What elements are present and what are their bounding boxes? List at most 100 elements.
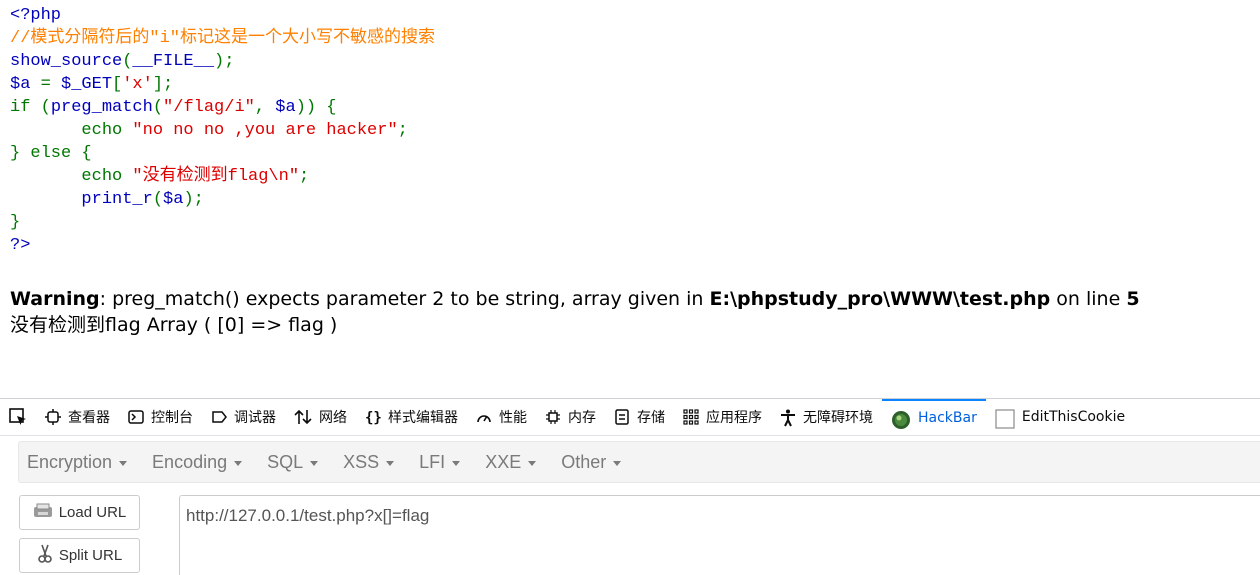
code-token: if bbox=[10, 98, 41, 117]
load-url-label: Load URL bbox=[58, 504, 127, 521]
code-token: ( bbox=[40, 98, 51, 117]
result-text: 没有检测到flag Array ( [0] => flag ) bbox=[10, 314, 338, 336]
tab-cookie-checkbox[interactable]: EditThisCookie bbox=[986, 399, 1134, 435]
load-url-button[interactable]: Load URL bbox=[19, 495, 140, 530]
element-picker-icon bbox=[9, 408, 26, 425]
php-output: Warning: preg_match() expects parameter … bbox=[10, 286, 1140, 338]
code-token: "没有检测到flag\n" bbox=[132, 167, 300, 186]
console-icon bbox=[128, 409, 144, 425]
code-token: 'x' bbox=[122, 75, 153, 94]
url-textarea[interactable]: http://127.0.0.1/test.php?x[]=flag bbox=[179, 495, 1260, 575]
storage-icon bbox=[614, 409, 630, 425]
code-token: __FILE__ bbox=[132, 52, 215, 71]
inspector-icon bbox=[45, 409, 61, 425]
code-token: "/flag/i" bbox=[163, 98, 255, 117]
tab-network[interactable]: 网络 bbox=[285, 399, 356, 435]
code-line: } bbox=[10, 211, 435, 234]
tab-accessibility[interactable]: 无障碍环境 bbox=[771, 399, 882, 435]
menu-label: Encoding bbox=[152, 451, 228, 472]
menu-encryption[interactable]: Encryption bbox=[27, 452, 128, 473]
menu-label: XXE bbox=[485, 451, 522, 472]
chevron-down-icon bbox=[386, 460, 395, 466]
memory-icon bbox=[545, 409, 561, 425]
style-editor-icon: {} bbox=[365, 409, 382, 426]
code-token: } else { bbox=[10, 144, 92, 163]
tab-memory[interactable]: 内存 bbox=[536, 399, 605, 435]
menu-xxe[interactable]: XXE bbox=[485, 451, 537, 473]
tab-storage[interactable]: 存储 bbox=[605, 399, 674, 435]
code-token: $a bbox=[10, 75, 41, 94]
warning-file-path: E:\phpstudy_pro\WWW\test.php bbox=[709, 288, 1051, 310]
menu-label: SQL bbox=[267, 451, 304, 472]
application-icon bbox=[683, 409, 699, 425]
tab-hackbar[interactable]: HackBar bbox=[882, 399, 986, 435]
code-line: } else { bbox=[10, 142, 435, 165]
code-token: ); bbox=[214, 52, 235, 71]
tab-label: 无障碍环境 bbox=[803, 410, 873, 426]
code-line: echo "no no no ,you are hacker"; bbox=[10, 119, 435, 142]
code-line: $a = $_GET['x']; bbox=[10, 73, 435, 96]
accessibility-icon bbox=[780, 409, 796, 427]
warning-label: Warning bbox=[10, 288, 100, 310]
menu-xss[interactable]: XSS bbox=[343, 451, 395, 473]
network-icon bbox=[294, 409, 312, 425]
chevron-down-icon bbox=[119, 460, 128, 466]
code-line: echo "没有检测到flag\n"; bbox=[10, 165, 435, 188]
code-token: <?php bbox=[10, 6, 62, 25]
warning-on-line-text: on line bbox=[1050, 288, 1127, 310]
code-token: , bbox=[254, 98, 276, 117]
code-token: ( bbox=[122, 52, 133, 71]
code-token: //模式分隔符后的"i"标记这是一个大小写不敏感的搜索 bbox=[10, 29, 436, 48]
chevron-down-icon bbox=[613, 460, 622, 466]
code-token: ; bbox=[299, 167, 310, 186]
url-text: http://127.0.0.1/test.php?x[]=flag bbox=[186, 506, 430, 525]
tab-label: 存储 bbox=[637, 410, 665, 426]
code-line: print_r($a); bbox=[10, 188, 435, 211]
split-url-button[interactable]: Split URL bbox=[19, 538, 140, 573]
cookie-checkbox-icon bbox=[995, 409, 1015, 429]
tab-label: 查看器 bbox=[68, 410, 110, 426]
tab-performance[interactable]: 性能 bbox=[467, 399, 536, 435]
scissors-icon bbox=[37, 544, 53, 568]
tab-debugger[interactable]: 调试器 bbox=[202, 399, 285, 435]
code-token: )) { bbox=[295, 98, 337, 117]
svg-text:{}: {} bbox=[365, 410, 381, 425]
tab-label: 应用程序 bbox=[706, 410, 762, 426]
php-source-code: <?php //模式分隔符后的"i"标记这是一个大小写不敏感的搜索 show_sou… bbox=[10, 4, 435, 257]
menu-label: XSS bbox=[343, 451, 380, 472]
tab-label: 内存 bbox=[568, 410, 596, 426]
code-token: ); bbox=[183, 190, 204, 209]
code-token: echo bbox=[10, 167, 133, 186]
menu-encoding[interactable]: Encoding bbox=[152, 451, 243, 473]
code-line: //模式分隔符后的"i"标记这是一个大小写不敏感的搜索 bbox=[10, 27, 435, 50]
tab-inspector[interactable]: 查看器 bbox=[36, 399, 119, 435]
code-token: ; bbox=[397, 121, 408, 140]
code-token: $a bbox=[275, 98, 296, 117]
debugger-icon bbox=[211, 409, 227, 425]
tab-label: 性能 bbox=[499, 410, 527, 426]
tab-label: 调试器 bbox=[234, 410, 276, 426]
split-url-label: Split URL bbox=[58, 547, 123, 564]
element-picker-button[interactable] bbox=[0, 399, 36, 435]
devtools-panel: 查看器 控制台 调试器 网络 {} 样式编辑器 性能 内存 存储 应用程序 无障碍环境 HackBar… bbox=[0, 398, 1260, 575]
tab-application[interactable]: 应用程序 bbox=[674, 399, 771, 435]
chevron-down-icon bbox=[310, 460, 319, 466]
code-token: print_r bbox=[10, 190, 153, 209]
code-token: $_GET bbox=[61, 75, 113, 94]
menu-label: LFI bbox=[419, 451, 446, 472]
menu-other[interactable]: Other bbox=[561, 451, 622, 473]
devtools-tabs: 查看器 控制台 调试器 网络 {} 样式编辑器 性能 内存 存储 应用程序 无障碍环境 HackBar… bbox=[36, 399, 1134, 435]
menu-sql[interactable]: SQL bbox=[267, 451, 319, 473]
tab-label: 样式编辑器 bbox=[388, 410, 458, 426]
tab-label: 控制台 bbox=[151, 410, 193, 426]
code-token: = bbox=[40, 75, 62, 94]
code-token: echo bbox=[10, 121, 133, 140]
chevron-down-icon bbox=[528, 460, 537, 466]
warning-message: : preg_match() expects parameter 2 to be… bbox=[99, 288, 710, 310]
tab-console[interactable]: 控制台 bbox=[119, 399, 202, 435]
performance-icon bbox=[476, 409, 492, 425]
tab-style-editor[interactable]: {} 样式编辑器 bbox=[356, 399, 467, 435]
menu-label: Other bbox=[561, 451, 607, 472]
warning-line-number: 5 bbox=[1126, 288, 1140, 310]
menu-lfi[interactable]: LFI bbox=[419, 451, 461, 473]
